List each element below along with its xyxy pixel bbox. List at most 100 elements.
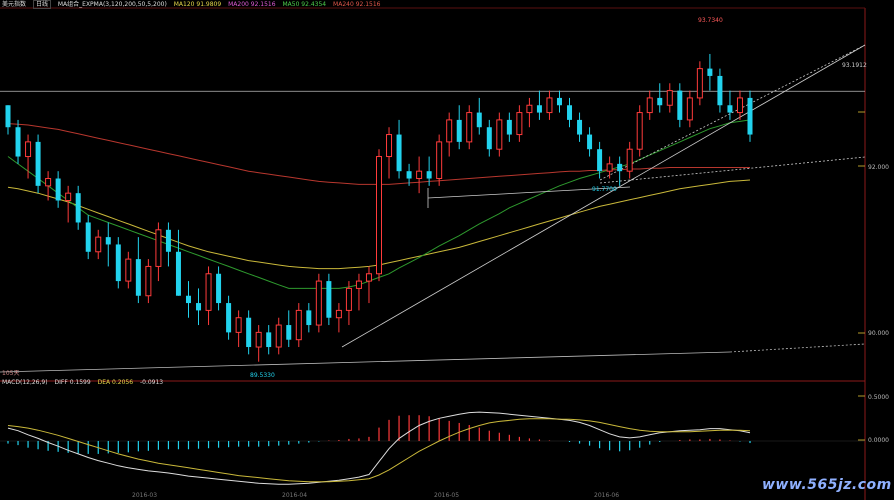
period-button[interactable]: 日线 <box>32 0 51 9</box>
candlestick-chart <box>0 0 894 500</box>
candle-body-5 <box>55 178 61 201</box>
period-label: 105天 <box>2 370 20 377</box>
candle-body-30 <box>306 310 312 326</box>
indicator-1: MA120 91.9809 <box>173 1 222 8</box>
candle-43 <box>436 134 443 186</box>
candle-body-64 <box>646 97 653 114</box>
candle-body-67 <box>677 90 683 120</box>
candle-body-17 <box>175 251 181 296</box>
candle-body-51 <box>516 112 523 136</box>
candle-body-38 <box>386 134 393 158</box>
candle-body-20 <box>205 273 212 311</box>
candle-body-42 <box>426 171 432 179</box>
candle-body-66 <box>666 90 673 106</box>
candle-3 <box>35 134 41 194</box>
candle-body-3 <box>35 141 41 186</box>
candle-37 <box>376 149 382 282</box>
candle-body-1 <box>15 127 21 157</box>
candle-32 <box>326 273 332 326</box>
y-tick-90: 90.000 <box>868 330 889 337</box>
macd-item-1: DIFF 0.1599 <box>54 379 91 386</box>
candle-body-71 <box>717 75 723 106</box>
candle-body-61 <box>617 163 623 172</box>
candle-body-23 <box>235 317 242 333</box>
candle-body-22 <box>226 303 232 333</box>
candle-body-32 <box>326 281 332 318</box>
candle-body-26 <box>266 332 272 348</box>
mid-low-price-label: 91.7700 <box>592 186 617 193</box>
candle-body-2 <box>25 141 32 158</box>
candle-body-46 <box>466 112 473 143</box>
candle-body-62 <box>626 148 633 172</box>
candle-body-16 <box>165 229 171 252</box>
hline-price-label: 93.1912 <box>842 62 867 69</box>
candle-body-24 <box>246 317 252 348</box>
candle-body-74 <box>747 97 753 135</box>
candle-body-25 <box>255 331 262 348</box>
candle-body-29 <box>295 309 302 341</box>
candle-body-52 <box>526 104 533 114</box>
candle-body-69 <box>696 68 703 99</box>
candle-body-8 <box>85 222 91 252</box>
indicator-header: 美元指数 日线 MA组合_EXPMA(3,120,200,50,5,200) M… <box>2 0 386 10</box>
candle-body-12 <box>125 258 132 282</box>
candle-body-65 <box>657 97 663 106</box>
low-price-label: 89.5330 <box>250 372 275 379</box>
candle-body-28 <box>286 325 292 340</box>
candle-body-54 <box>546 97 553 114</box>
candle-body-9 <box>95 236 102 253</box>
x-tick-3: 2016-06 <box>594 492 620 499</box>
candle-body-44 <box>446 119 453 143</box>
candle-body-60 <box>606 163 613 172</box>
candle-body-11 <box>115 244 121 282</box>
candle-body-7 <box>75 193 81 223</box>
candle-body-31 <box>315 280 322 326</box>
candle-body-35 <box>355 280 362 289</box>
candle-body-58 <box>587 134 593 150</box>
candle-body-39 <box>396 134 402 172</box>
candle-body-43 <box>436 141 443 180</box>
candle-body-13 <box>135 259 141 296</box>
macd-item-0: MACD(12,26,9) <box>2 379 48 386</box>
candle-body-36 <box>365 273 372 282</box>
candle-body-57 <box>577 119 583 135</box>
macd-item-2: DEA 0.2056 <box>97 379 134 386</box>
candle-body-68 <box>686 97 693 121</box>
indicator-4: MA240 92.1516 <box>333 1 381 8</box>
candle-body-10 <box>105 237 111 245</box>
candle-74 <box>747 90 753 142</box>
candle-body-0 <box>5 105 11 128</box>
candle-body-6 <box>65 192 72 201</box>
candle-body-4 <box>45 178 52 187</box>
candle-body-59 <box>597 149 603 172</box>
high-price-label: 93.7340 <box>698 17 723 24</box>
indicator-3: MA50 92.4354 <box>282 1 327 8</box>
candle-body-73 <box>736 97 743 114</box>
candle-body-49 <box>496 119 503 150</box>
candle-31 <box>315 273 322 333</box>
indicator-0: MA组合_EXPMA(3,120,200,50,5,200) <box>57 1 167 8</box>
candle-body-18 <box>185 295 191 304</box>
macd-tick-05: 0.5000 <box>868 394 889 401</box>
candle-body-21 <box>216 273 222 304</box>
candle-11 <box>115 237 121 289</box>
macd-tick-0: 0.0000 <box>868 437 889 444</box>
candle-body-34 <box>345 287 352 311</box>
candle-body-37 <box>376 156 382 275</box>
candle-body-33 <box>335 309 342 319</box>
candle-body-56 <box>567 105 573 120</box>
candle-63 <box>636 105 643 157</box>
y-tick-92: 92.000 <box>868 164 889 171</box>
candle-body-27 <box>275 324 282 348</box>
x-tick-2: 2016-05 <box>434 492 460 499</box>
candle-body-63 <box>636 112 643 150</box>
candle-body-14 <box>145 265 152 297</box>
watermark: www.565jz.com <box>762 477 892 493</box>
macd-header: MACD(12,26,9) DIFF 0.1599 DEA 0.2056 -0.… <box>2 378 168 388</box>
candle-body-41 <box>416 170 423 180</box>
candle-body-19 <box>196 303 202 311</box>
macd-item-3: -0.0913 <box>139 379 164 386</box>
x-tick-1: 2016-04 <box>282 492 308 499</box>
candle-body-50 <box>506 119 512 135</box>
indicator-2: MA200 92.1516 <box>228 1 276 8</box>
